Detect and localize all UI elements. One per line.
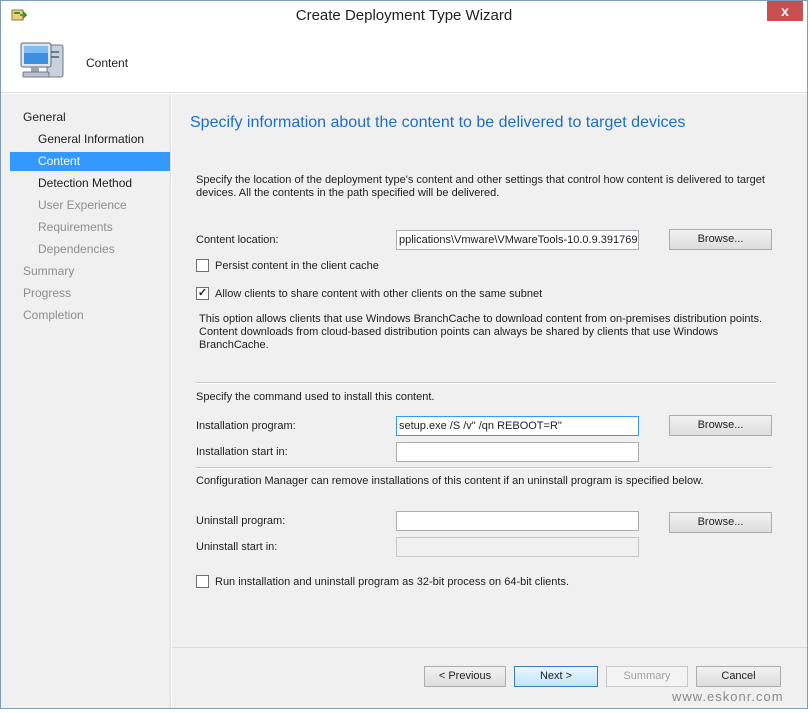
nav-item-progress[interactable]: Progress [23,284,163,303]
command-intro-text: Specify the command used to install this… [196,391,435,403]
next-button[interactable]: Next > [514,666,598,687]
uninstall-program-browse-button[interactable]: Browse... [669,512,772,533]
window-title: Create Deployment Type Wizard [295,7,513,24]
nav-item-general-information[interactable]: General Information [38,130,168,149]
branchcache-note-line3: BranchCache. [199,339,269,351]
persist-cache-checkbox[interactable] [196,259,209,272]
previous-button[interactable]: < Previous [424,666,506,687]
intro-text-line2: devices. All the contents in the path sp… [196,187,500,199]
allow-share-label: Allow clients to share content with othe… [215,288,543,300]
nav-item-content[interactable]: Content [10,152,170,171]
summary-button[interactable]: Summary [606,666,688,687]
wizard-window: Create Deployment Type Wizard x Content … [0,0,808,709]
nav-item-detection-method[interactable]: Detection Method [38,174,168,193]
watermark-text: www.eskonr.com [672,689,784,704]
title-bar: Create Deployment Type Wizard x [1,1,807,31]
uninstall-start-label: Uninstall start in: [196,541,278,553]
uninstall-start-input[interactable] [396,537,639,557]
content-location-browse-button[interactable]: Browse... [669,229,772,250]
uninstall-program-label: Uninstall program: [196,515,286,527]
branchcache-note-line1: This option allows clients that use Wind… [199,313,763,325]
installation-program-label: Installation program: [196,420,296,432]
content-panel: Specify information about the content to… [172,94,807,708]
cancel-button[interactable]: Cancel [696,666,781,687]
section-divider-highlight [196,383,776,384]
nav-item-summary[interactable]: Summary [23,262,163,281]
content-location-label: Content location: [196,234,279,246]
nav-item-requirements[interactable]: Requirements [38,218,168,237]
intro-text-line1: Specify the location of the deployment t… [196,174,765,186]
footer-divider [172,647,807,648]
run-32bit-label: Run installation and uninstall program a… [215,576,570,588]
uninstall-divider-highlight [196,468,772,469]
installation-program-browse-button[interactable]: Browse... [669,415,772,436]
installation-start-input[interactable] [396,442,639,462]
installation-start-label: Installation start in: [196,446,288,458]
allow-share-checkbox[interactable]: ✓ [196,287,209,300]
page-header-title: Content [86,56,129,70]
nav-item-completion[interactable]: Completion [23,306,163,325]
nav-item-dependencies[interactable]: Dependencies [38,240,168,259]
nav-item-user-experience[interactable]: User Experience [38,196,168,215]
uninstall-intro-text: Configuration Manager can remove install… [196,475,704,487]
computer-icon [20,42,64,78]
run-32bit-checkbox[interactable] [196,575,209,588]
nav-item-general[interactable]: General [23,108,163,127]
branchcache-note-line2: Content downloads from cloud-based distr… [199,326,719,338]
content-location-input[interactable]: pplications\Vmware\VMwareTools-10.0.9.39… [396,230,639,250]
close-button[interactable]: x [767,1,803,21]
page-title: Specify information about the content to… [190,114,686,131]
installation-program-input[interactable]: setup.exe /S /v" /qn REBOOT=R" [396,416,639,436]
wizard-navigation: General General Information Content Dete… [1,94,171,708]
page-header: Content [1,31,807,93]
persist-cache-label: Persist content in the client cache [215,260,379,272]
uninstall-program-input[interactable] [396,511,639,531]
